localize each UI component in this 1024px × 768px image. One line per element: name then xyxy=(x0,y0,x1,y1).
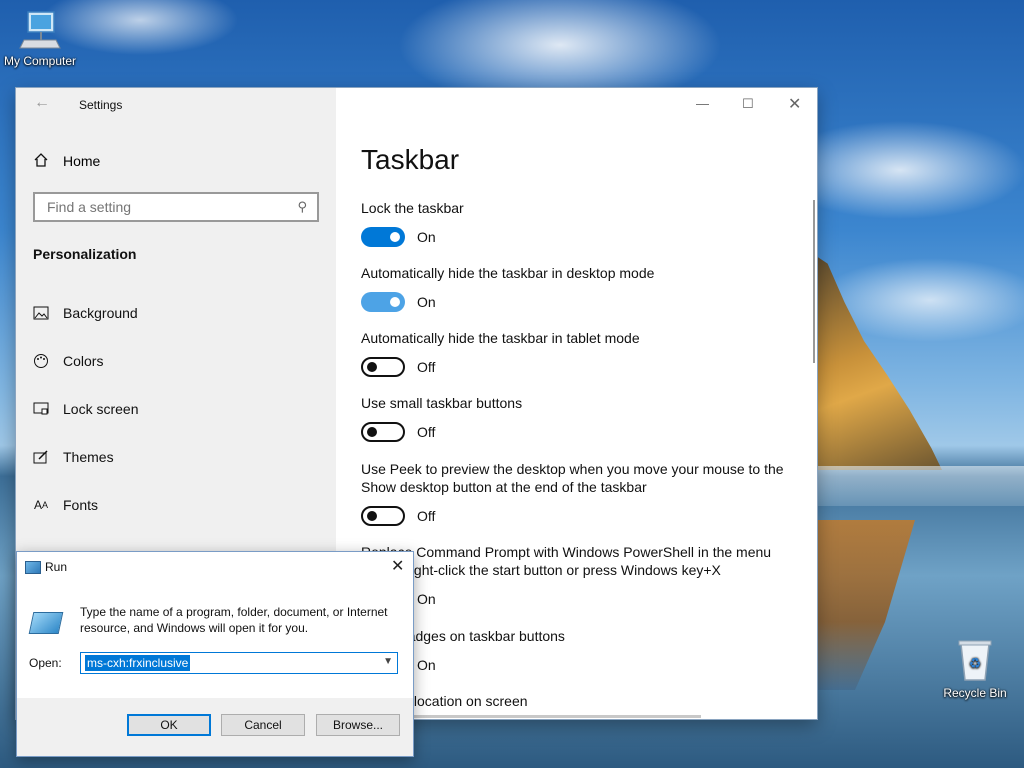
run-titlebar: Run ✕ xyxy=(17,552,413,582)
desktop-icon-recycle-bin[interactable]: ♻ Recycle Bin xyxy=(940,638,1010,700)
cancel-button[interactable]: Cancel xyxy=(221,714,305,736)
setting-taskbar-location: Taskbar location on screen xyxy=(361,692,791,710)
sidebar-item-label: Colors xyxy=(63,353,104,369)
sidebar-item-fonts[interactable]: AA Fonts xyxy=(33,494,98,516)
toggle-small-buttons[interactable] xyxy=(361,422,405,442)
sidebar-item-themes[interactable]: Themes xyxy=(33,446,114,468)
search-box[interactable]: ⚲ xyxy=(33,192,319,222)
toggle-autohide-tablet[interactable] xyxy=(361,357,405,377)
toggle-state: On xyxy=(417,591,436,607)
sidebar-item-background[interactable]: Background xyxy=(33,302,138,324)
setting-label: Show badges on taskbar buttons xyxy=(361,628,565,644)
run-title: Run xyxy=(45,560,68,574)
sidebar-item-colors[interactable]: Colors xyxy=(33,350,103,372)
run-program-icon xyxy=(28,612,64,634)
computer-icon xyxy=(18,10,62,50)
ok-button[interactable]: OK xyxy=(127,714,211,736)
toggle-lock-taskbar[interactable] xyxy=(361,227,405,247)
browse-button[interactable]: Browse... xyxy=(316,714,400,736)
section-title: Personalization xyxy=(33,246,137,262)
sidebar-item-label: Background xyxy=(63,305,138,321)
setting-autohide-tablet: Automatically hide the taskbar in tablet… xyxy=(361,329,791,377)
chevron-down-icon[interactable]: ▼ xyxy=(383,656,393,667)
wallpaper-sea xyxy=(812,466,1024,506)
image-icon xyxy=(33,305,49,321)
lock-screen-icon xyxy=(33,401,49,417)
open-combobox[interactable]: ms-cxh:frxinclusive ▼ xyxy=(80,652,398,674)
sidebar-item-label: Themes xyxy=(63,449,114,465)
desktop: My Computer ♻ Recycle Bin ← Settings Hom… xyxy=(0,0,1024,768)
svg-text:♻: ♻ xyxy=(969,656,982,672)
setting-badges: Show badges on taskbar buttons On xyxy=(361,627,791,675)
wallpaper-cliff xyxy=(812,255,942,470)
toggle-peek[interactable] xyxy=(361,506,405,526)
home-icon xyxy=(33,152,49,171)
setting-powershell: Replace Command Prompt with Windows Powe… xyxy=(361,543,791,609)
setting-autohide-desktop: Automatically hide the taskbar in deskto… xyxy=(361,264,791,312)
setting-label: Use small taskbar buttons xyxy=(361,395,523,411)
setting-lock-taskbar: Lock the taskbar On xyxy=(361,199,791,247)
open-input-value[interactable]: ms-cxh:frxinclusive xyxy=(85,655,191,671)
setting-label: Use Peek to preview the desktop when you… xyxy=(361,461,784,495)
window-title: Settings xyxy=(79,98,123,112)
setting-peek: Use Peek to preview the desktop when you… xyxy=(361,460,791,526)
setting-label: Lock the taskbar xyxy=(361,200,464,216)
toggle-state: On xyxy=(417,294,436,310)
nav-home[interactable]: Home xyxy=(33,150,100,172)
palette-icon xyxy=(33,353,49,369)
setting-label: Replace Command Prompt with Windows Powe… xyxy=(361,544,772,578)
back-arrow-icon[interactable]: ← xyxy=(34,94,50,112)
vertical-scrollbar[interactable] xyxy=(813,200,815,363)
desktop-icon-label: My Computer xyxy=(3,54,77,68)
toggle-state: Off xyxy=(417,508,436,524)
fonts-icon: AA xyxy=(33,498,49,512)
close-icon[interactable]: ✕ xyxy=(391,556,404,576)
setting-label: Taskbar location on screen xyxy=(361,693,528,709)
run-dialog: Run ✕ Type the name of a program, folder… xyxy=(16,551,414,757)
sidebar-item-label: Lock screen xyxy=(63,401,139,417)
toggle-state: On xyxy=(417,657,436,673)
setting-small-buttons: Use small taskbar buttons Off xyxy=(361,394,791,442)
toggle-autohide-desktop[interactable] xyxy=(361,292,405,312)
setting-label: Automatically hide the taskbar in deskto… xyxy=(361,265,655,281)
sidebar-item-label: Fonts xyxy=(63,497,99,513)
nav-home-label: Home xyxy=(63,153,101,169)
sidebar-item-lock-screen[interactable]: Lock screen xyxy=(33,398,138,420)
run-description: Type the name of a program, folder, docu… xyxy=(80,605,388,635)
setting-label: Automatically hide the taskbar in tablet… xyxy=(361,330,640,346)
themes-icon xyxy=(33,449,49,465)
desktop-icon-my-computer[interactable]: My Computer xyxy=(0,10,80,68)
toggle-state: Off xyxy=(417,424,436,440)
search-icon[interactable]: ⚲ xyxy=(297,199,307,215)
search-input[interactable] xyxy=(45,198,298,216)
recycle-bin-icon: ♻ xyxy=(955,638,995,682)
run-icon xyxy=(25,561,41,574)
desktop-icon-label: Recycle Bin xyxy=(943,686,1007,700)
open-label: Open: xyxy=(29,656,62,670)
wallpaper-reflection xyxy=(815,520,915,690)
page-title: Taskbar xyxy=(361,144,460,175)
toggle-state: Off xyxy=(417,359,436,375)
toggle-state: On xyxy=(417,229,436,245)
settings-content: Taskbar Lock the taskbar On Automaticall… xyxy=(361,88,801,719)
